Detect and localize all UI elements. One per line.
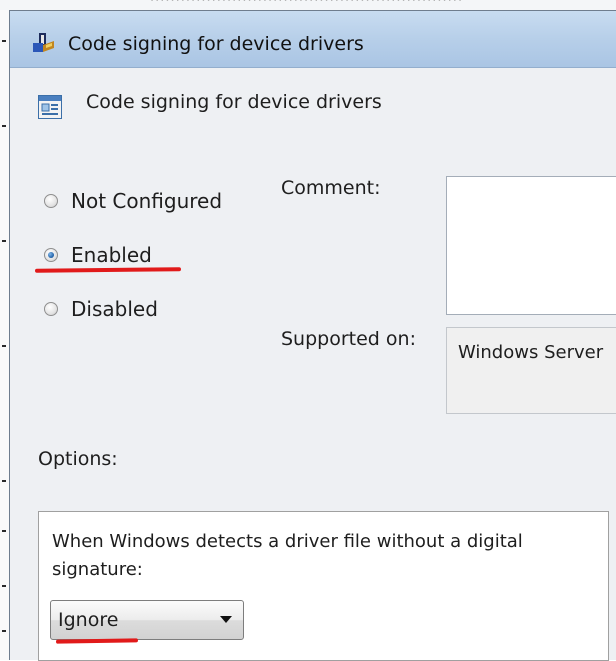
supported-on-field: Windows Server [446, 327, 616, 414]
radio-button-selected[interactable] [44, 248, 58, 262]
background-window-strip: ········································… [0, 0, 616, 10]
radio-button[interactable] [44, 194, 58, 208]
background-window-text: ········································… [150, 0, 464, 9]
supported-on-label: Supported on: [281, 328, 416, 350]
driver-action-dropdown[interactable]: Ignore [50, 600, 244, 640]
red-underline-ignore [55, 638, 139, 644]
comment-textarea[interactable] [446, 176, 616, 315]
radio-button[interactable] [44, 302, 58, 316]
radio-label: Disabled [71, 297, 158, 321]
policy-app-icon [33, 33, 54, 52]
options-description: When Windows detects a driver file witho… [52, 531, 523, 580]
policy-dialog: Code signing for device drivers Code sig… [9, 10, 616, 661]
radio-not-configured[interactable]: Not Configured [44, 189, 222, 213]
setting-title: Code signing for device drivers [86, 91, 382, 113]
window-title: Code signing for device drivers [68, 33, 364, 55]
options-label: Options: [38, 448, 118, 470]
background-window-edge [0, 10, 9, 660]
radio-label: Enabled [71, 243, 152, 267]
chevron-down-icon[interactable] [220, 616, 232, 623]
supported-on-value: Windows Server [458, 342, 604, 363]
dropdown-value: Ignore [58, 609, 119, 631]
radio-disabled[interactable]: Disabled [44, 297, 158, 321]
radio-label: Not Configured [71, 189, 223, 213]
options-panel: When Windows detects a driver file witho… [38, 511, 609, 661]
policy-setting-icon [38, 95, 62, 119]
radio-enabled[interactable]: Enabled [44, 243, 152, 267]
comment-label: Comment: [281, 177, 381, 199]
red-underline-enabled [34, 267, 182, 273]
title-bar[interactable]: Code signing for device drivers [10, 11, 616, 68]
